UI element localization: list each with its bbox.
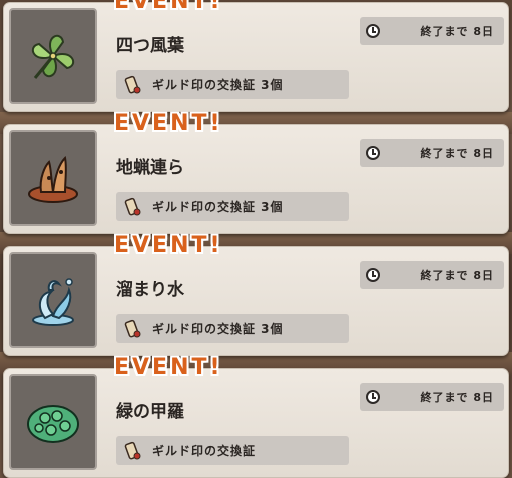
reward-text: ギルド印の交換証 3個 xyxy=(152,200,284,214)
item-name: 四つ風葉 xyxy=(116,36,184,56)
reward-text: ギルド印の交換証 xyxy=(152,444,257,458)
event-card[interactable]: EVENT! 地蝋連ら 終了まで 8日 ギルド印の交換証 3個 xyxy=(3,111,509,234)
clock-icon xyxy=(366,268,380,282)
item-thumbnail xyxy=(9,130,97,226)
item-name: 緑の甲羅 xyxy=(116,402,184,422)
scroll-icon xyxy=(124,319,141,337)
reward-box: ギルド印の交換証 xyxy=(116,436,349,465)
timer-text: 終了まで 8日 xyxy=(420,25,494,38)
event-banner: EVENT! xyxy=(114,111,223,136)
timer-box: 終了まで 8日 xyxy=(360,261,504,289)
item-name: 地蝋連ら xyxy=(116,158,184,178)
event-banner: EVENT! xyxy=(114,0,223,14)
item-thumbnail xyxy=(9,252,97,348)
event-card[interactable]: EVENT! 四つ風葉 終了まで 8日 ギルド印の交換証 3個 xyxy=(3,0,509,112)
clock-icon xyxy=(366,146,380,160)
reward-box: ギルド印の交換証 3個 xyxy=(116,192,349,221)
pinwheel-leaf-icon xyxy=(31,34,75,79)
event-banner: EVENT! xyxy=(114,355,223,380)
timer-box: 終了まで 8日 xyxy=(360,17,504,45)
reward-box: ギルド印の交換証 3個 xyxy=(116,314,349,343)
event-card[interactable]: EVENT! 緑の甲羅 終了まで 8日 ギルド印の交換証 xyxy=(3,355,509,478)
event-banner: EVENT! xyxy=(114,233,223,258)
clock-icon xyxy=(366,24,380,38)
clock-icon xyxy=(366,390,380,404)
item-name: 溜まり水 xyxy=(116,280,184,300)
timer-box: 終了まで 8日 xyxy=(360,383,504,411)
event-card[interactable]: EVENT! 溜まり水 終了まで 8日 ギルド印の交換証 3個 xyxy=(3,233,509,356)
reward-box: ギルド印の交換証 3個 xyxy=(116,70,349,99)
reward-text: ギルド印の交換証 3個 xyxy=(152,322,284,336)
reward-text: ギルド印の交換証 3個 xyxy=(152,78,284,92)
green-shell-icon xyxy=(27,405,79,443)
timer-text: 終了まで 8日 xyxy=(420,391,494,404)
scroll-icon xyxy=(124,197,141,215)
scroll-icon xyxy=(124,75,141,93)
timer-text: 終了まで 8日 xyxy=(420,147,494,160)
clay-pot-icon xyxy=(28,155,78,203)
item-thumbnail xyxy=(9,8,97,104)
timer-box: 終了まで 8日 xyxy=(360,139,504,167)
timer-text: 終了まで 8日 xyxy=(420,269,494,282)
water-splash-icon xyxy=(32,278,74,326)
scroll-icon xyxy=(124,441,141,459)
item-thumbnail xyxy=(9,374,97,470)
